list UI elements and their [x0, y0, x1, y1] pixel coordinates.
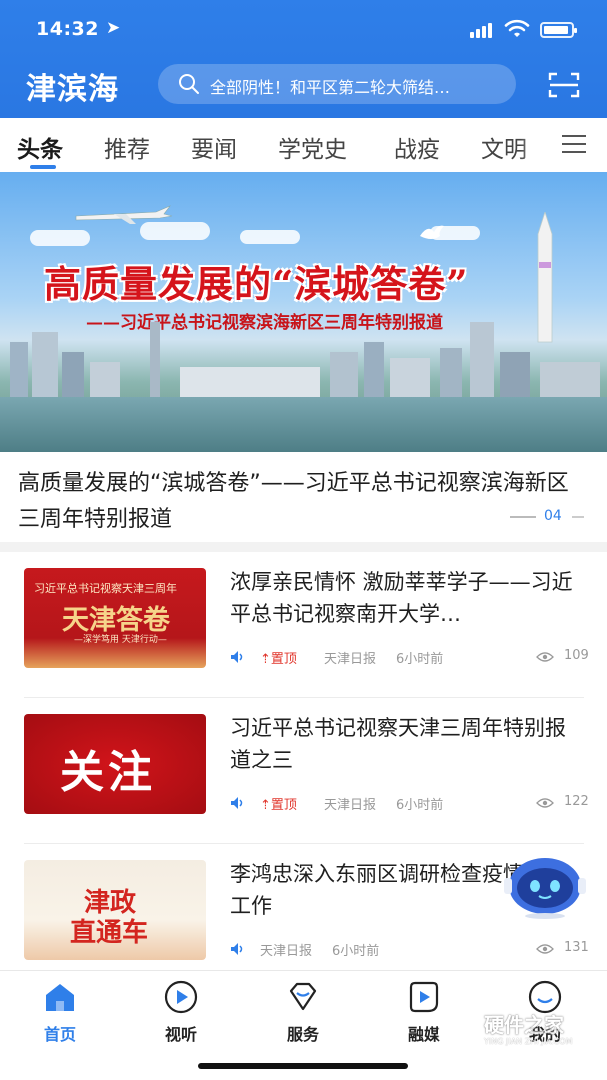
tab-party-history[interactable]: 学党史: [278, 130, 347, 164]
banner-caption-text: 高质量发展的“滨城答卷”——习近平总书记视察滨海新区三周年特别报道: [18, 471, 569, 532]
service-icon: [289, 982, 317, 1011]
search-bar[interactable]: 全部阴性！和平区第二轮大筛结…: [158, 64, 516, 104]
news-thumbnail: 习近平总书记视察天津三周年 天津答卷 —深学笃用 天津行动—: [24, 568, 206, 668]
speaker-icon[interactable]: [230, 796, 246, 810]
nav-home-label: 首页: [43, 1025, 76, 1044]
menu-icon[interactable]: [562, 135, 586, 155]
dove-icon: [420, 225, 444, 239]
view-count: 131: [564, 940, 589, 955]
nav-service-label: 服务: [286, 1025, 319, 1044]
status-bar: 14:32 ➤: [0, 0, 607, 58]
speaker-icon[interactable]: [230, 650, 246, 664]
news-time: 6小时前: [396, 652, 444, 667]
search-placeholder: 全部阴性！和平区第二轮大筛结…: [210, 78, 451, 97]
hero-banner[interactable]: 高质量发展的“滨城答卷” ——习近平总书记视察滨海新区三周年特别报道: [0, 172, 607, 452]
tab-news[interactable]: 要闻: [191, 130, 237, 164]
news-source: 天津日报: [260, 944, 313, 959]
watermark-logo-icon: [438, 1007, 478, 1051]
signal-icon: [470, 22, 496, 38]
home-icon: [46, 984, 74, 1011]
section-separator: [0, 542, 607, 552]
news-meta: ⇡置顶 天津日报 6小时前 109: [230, 648, 590, 668]
scan-icon[interactable]: [548, 71, 580, 99]
status-time: 14:32: [36, 18, 99, 40]
news-source: 天津日报: [324, 652, 377, 667]
watermark-title: 硬件之家: [484, 1013, 564, 1037]
nav-video-label: 视听: [164, 1025, 197, 1044]
news-thumbnail: 津政 直通车: [24, 860, 206, 960]
eye-icon: [536, 944, 554, 954]
pinned-badge: ⇡置顶: [260, 798, 297, 813]
news-title: 习近平总书记视察天津三周年特别报道之三: [230, 716, 566, 772]
eye-icon: [536, 652, 554, 662]
watermark: 硬件之家 YING JIAN ZHI JIA.COM: [438, 1005, 598, 1055]
search-icon: [179, 74, 199, 94]
eye-icon: [536, 798, 554, 808]
airplane-icon: [75, 205, 173, 224]
carousel-indicator: 04: [510, 508, 585, 528]
nav-service[interactable]: 服务: [258, 979, 348, 1044]
news-time: 6小时前: [396, 798, 444, 813]
media-icon: [409, 981, 439, 1013]
news-thumbnail: 关注: [24, 714, 206, 814]
app-logo: 津滨海: [26, 72, 119, 107]
news-meta: ⇡置顶 天津日报 6小时前 122: [230, 794, 590, 814]
active-tab-indicator: [30, 165, 56, 169]
wifi-icon: [504, 19, 530, 37]
nav-home[interactable]: 首页: [15, 979, 105, 1044]
tab-headlines[interactable]: 头条: [17, 130, 63, 164]
view-count: 122: [564, 794, 589, 809]
home-indicator[interactable]: [198, 1063, 408, 1069]
river: [0, 397, 607, 452]
banner-headline: 高质量发展的“滨城答卷”: [44, 262, 469, 306]
news-source: 天津日报: [324, 798, 377, 813]
news-item[interactable]: 习近平总书记视察天津三周年 天津答卷 —深学笃用 天津行动— 浓厚亲民情怀 激励…: [0, 552, 607, 698]
tab-recommend[interactable]: 推荐: [104, 130, 150, 164]
tab-epidemic[interactable]: 战疫: [394, 130, 440, 164]
watermark-subtitle: YING JIAN ZHI JIA.COM: [484, 1037, 573, 1046]
speaker-icon[interactable]: [230, 942, 246, 956]
app-header: 14:32 ➤ 津滨海 全部阴性！和平区第二轮大筛结…: [0, 0, 607, 118]
news-meta: 天津日报 6小时前 131: [230, 940, 590, 960]
news-title: 浓厚亲民情怀 激励莘莘学子——习近平总书记视察南开大学…: [230, 570, 573, 626]
nav-video[interactable]: 视听: [136, 979, 226, 1044]
news-time: 6小时前: [332, 944, 380, 959]
assistant-robot-icon[interactable]: [502, 850, 588, 920]
news-item[interactable]: 关注 习近平总书记视察天津三周年特别报道之三 ⇡置顶 天津日报 6小时前 122: [0, 698, 607, 844]
banner-caption[interactable]: 高质量发展的“滨城答卷”——习近平总书记视察滨海新区三周年特别报道 04: [0, 452, 607, 542]
location-icon: ➤: [106, 18, 121, 38]
play-icon: [164, 980, 198, 1014]
pinned-badge: ⇡置顶: [260, 652, 297, 667]
view-count: 109: [564, 648, 589, 663]
battery-icon: [540, 22, 577, 38]
carousel-page-number: 04: [544, 508, 562, 524]
channel-tabs: 头条 推荐 要闻 学党史 战疫 文明: [0, 118, 607, 172]
